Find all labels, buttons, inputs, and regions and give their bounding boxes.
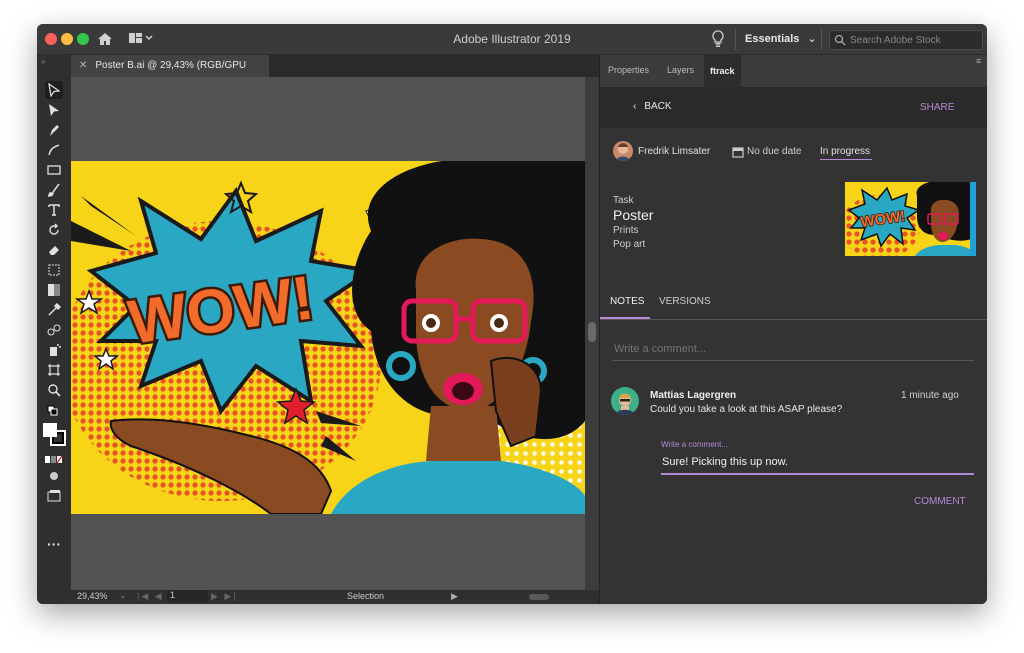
workspace-label: Essentials bbox=[745, 33, 800, 45]
close-tab-icon[interactable]: ✕ bbox=[79, 60, 87, 71]
task-thumbnail[interactable]: WOW! bbox=[845, 182, 976, 256]
note-timestamp: 1 minute ago bbox=[901, 390, 959, 401]
status-field[interactable]: In progress bbox=[820, 146, 870, 157]
chevron-down-icon[interactable]: ⌄ bbox=[119, 590, 127, 601]
more-tools-icon[interactable]: ··· bbox=[45, 535, 63, 553]
draw-mode-icon[interactable] bbox=[45, 467, 63, 485]
assignee-avatar bbox=[613, 141, 633, 161]
task-type-label: Task bbox=[613, 195, 634, 206]
right-panel: Properties Layers ftrack ≡ ‹ BACK SHARE F… bbox=[599, 55, 987, 604]
vertical-scrollbar[interactable] bbox=[585, 77, 599, 590]
app-window: Adobe Illustrator 2019 Essentials ⌄ » bbox=[37, 24, 987, 604]
reply-field-label: Write a comment... bbox=[661, 440, 728, 449]
comment-button[interactable]: COMMENT bbox=[914, 496, 966, 507]
title-bar: Adobe Illustrator 2019 Essentials ⌄ bbox=[37, 24, 987, 55]
type-tool-icon[interactable] bbox=[45, 201, 63, 219]
reply-underline bbox=[661, 473, 974, 475]
panel-tab-bar: Properties Layers ftrack ≡ bbox=[600, 55, 987, 87]
tool-status-label: Selection bbox=[347, 591, 385, 601]
chevron-down-icon: ⌄ bbox=[807, 33, 817, 45]
tab-notes[interactable]: NOTES bbox=[610, 296, 644, 307]
scroll-thumb[interactable] bbox=[529, 594, 549, 600]
rectangle-tool-icon[interactable] bbox=[45, 161, 63, 179]
screen-mode-icon[interactable] bbox=[45, 487, 63, 505]
canvas-area[interactable]: WOW! bbox=[71, 77, 585, 590]
free-transform-tool-icon[interactable] bbox=[45, 261, 63, 279]
direct-selection-tool-icon[interactable] bbox=[45, 101, 63, 119]
tab-ftrack[interactable]: ftrack bbox=[704, 55, 741, 87]
new-comment-input[interactable] bbox=[612, 340, 976, 358]
tools-panel: » ··· bbox=[37, 55, 72, 604]
divider bbox=[600, 319, 987, 320]
status-underline bbox=[820, 159, 872, 160]
panel-menu-icon[interactable]: ≡ bbox=[976, 56, 981, 66]
author-avatar bbox=[611, 387, 639, 415]
stock-search bbox=[829, 30, 983, 50]
task-category: Pop art bbox=[613, 239, 646, 250]
due-date[interactable]: No due date bbox=[747, 146, 802, 157]
search-input[interactable] bbox=[848, 32, 980, 48]
blend-tool-icon[interactable] bbox=[45, 321, 63, 339]
paintbrush-tool-icon[interactable] bbox=[45, 181, 63, 199]
tab-properties[interactable]: Properties bbox=[608, 65, 649, 75]
reply-input[interactable] bbox=[660, 453, 976, 471]
back-label: BACK bbox=[644, 101, 672, 112]
curvature-tool-icon[interactable] bbox=[45, 141, 63, 159]
task-project: Prints bbox=[613, 225, 639, 236]
document-tab-bar: ✕Poster B.ai @ 29,43% (RGB/GPU Preview) bbox=[71, 55, 599, 93]
note-text: Could you take a look at this ASAP pleas… bbox=[650, 404, 843, 415]
fill-stroke-swatch[interactable] bbox=[41, 421, 67, 447]
ftrack-task-view: Fredrik Limsater No due date In progress… bbox=[600, 128, 987, 604]
zoom-level-field[interactable]: 29,43% bbox=[77, 591, 108, 601]
horizontal-scrollbar[interactable] bbox=[467, 592, 607, 602]
status-bar: 29,43% ⌄ |◀ ◀ 1 ▶ ▶| Selection ▶ bbox=[71, 590, 599, 604]
search-icon bbox=[834, 34, 846, 46]
workspace-dropdown[interactable]: Essentials ⌄ bbox=[745, 32, 817, 45]
selection-tool-icon[interactable] bbox=[45, 81, 63, 99]
poster-artboard[interactable]: WOW! bbox=[71, 161, 585, 514]
note-author: Mattias Lagergren bbox=[650, 390, 737, 401]
artboard-tool-icon[interactable] bbox=[45, 361, 63, 379]
ftrack-header: ‹ BACK SHARE bbox=[600, 87, 987, 128]
artboard-number-field[interactable]: 1 bbox=[167, 590, 208, 602]
artboard-next-icon[interactable]: ▶ ▶| bbox=[211, 591, 238, 602]
default-colors-icon[interactable] bbox=[45, 403, 63, 421]
assignee-name[interactable]: Fredrik Limsater bbox=[638, 146, 710, 157]
share-button[interactable]: SHARE bbox=[920, 102, 954, 113]
calendar-icon bbox=[732, 145, 744, 163]
document-tab[interactable]: ✕Poster B.ai @ 29,43% (RGB/GPU Preview) bbox=[71, 55, 269, 93]
divider bbox=[821, 28, 822, 50]
artboard-prev-icon[interactable]: |◀ ◀ bbox=[137, 591, 164, 602]
status-menu-arrow-icon[interactable]: ▶ bbox=[451, 591, 458, 602]
zoom-tool-icon[interactable] bbox=[45, 381, 63, 399]
tab-versions[interactable]: VERSIONS bbox=[659, 296, 711, 307]
symbol-sprayer-tool-icon[interactable] bbox=[45, 341, 63, 359]
task-name: Poster bbox=[613, 207, 654, 223]
comment-underline bbox=[612, 360, 974, 361]
scroll-thumb[interactable] bbox=[588, 322, 596, 342]
lightbulb-icon[interactable] bbox=[711, 30, 725, 48]
tab-layers[interactable]: Layers bbox=[667, 65, 694, 75]
rotate-tool-icon[interactable] bbox=[45, 221, 63, 239]
eraser-tool-icon[interactable] bbox=[45, 241, 63, 259]
panel-grip-icon[interactable]: » bbox=[41, 57, 45, 66]
back-button[interactable]: ‹ BACK bbox=[633, 101, 672, 112]
eyedropper-tool-icon[interactable] bbox=[45, 301, 63, 319]
pen-tool-icon[interactable] bbox=[45, 121, 63, 139]
gradient-tool-icon[interactable] bbox=[45, 281, 63, 299]
divider bbox=[735, 28, 736, 50]
chevron-left-icon: ‹ bbox=[633, 101, 637, 112]
